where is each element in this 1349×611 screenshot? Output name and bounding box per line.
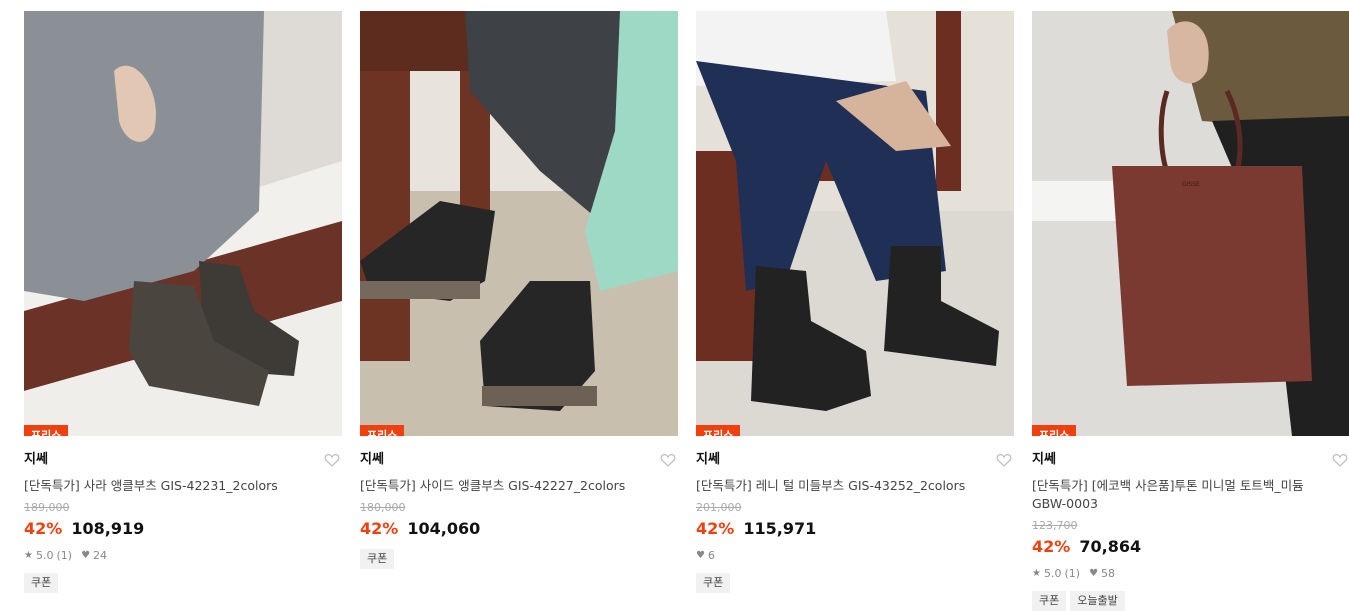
- coupon-tag: 쿠폰: [360, 549, 395, 569]
- price-row: 42% 108,919: [24, 518, 342, 540]
- brand-name[interactable]: 지쎄: [1032, 451, 1349, 469]
- product-name[interactable]: [단독특가] [에코백 사은품]투톤 미니멀 토트백_미듐 GBW-0003: [1032, 477, 1322, 513]
- bag-print-text: GISSE: [1182, 181, 1200, 188]
- original-price: 201,000: [696, 501, 742, 514]
- heart-outline-icon[interactable]: [996, 452, 1012, 468]
- discount-rate: 42%: [24, 519, 63, 538]
- heart-filled-icon: ♥: [81, 550, 91, 561]
- live-show-badge: 프리쇼: [360, 425, 405, 436]
- live-show-badge: 프리쇼: [1032, 425, 1077, 436]
- discount-rate: 42%: [696, 519, 735, 538]
- tag-list: 쿠폰 오늘출발: [1032, 591, 1349, 611]
- product-image[interactable]: 프리쇼: [24, 11, 342, 436]
- sale-price: 104,060: [407, 519, 481, 538]
- boots-photo-3: [696, 11, 1014, 436]
- star-icon: ★: [24, 550, 33, 561]
- brand-name[interactable]: 지쎄: [24, 451, 342, 469]
- tag-list: 쿠폰: [24, 573, 342, 593]
- original-price: 123,700: [1032, 519, 1078, 532]
- product-card[interactable]: 프리쇼 지쎄 [단독특가] 사라 앵클부츠 GIS-42231_2colors …: [24, 11, 342, 593]
- rating-value: 5.0: [35, 549, 54, 562]
- price-row: 42% 104,060: [360, 518, 678, 540]
- product-image[interactable]: GISSE 프리쇼: [1032, 11, 1349, 436]
- review-count: (1): [1064, 567, 1081, 580]
- brand-name[interactable]: 지쎄: [360, 451, 678, 469]
- sale-price: 115,971: [743, 519, 817, 538]
- bag-photo-4: GISSE: [1032, 11, 1349, 436]
- original-price: 189,000: [24, 501, 70, 514]
- heart-filled-icon: ♥: [696, 550, 705, 561]
- tag-list: 쿠폰: [696, 573, 1014, 593]
- product-stats: ★ 5.0 (1) ♥ 58: [1032, 567, 1349, 581]
- rating-value: 5.0: [1043, 567, 1062, 580]
- like-count: 58: [1101, 567, 1116, 580]
- heart-outline-icon[interactable]: [660, 452, 676, 468]
- coupon-tag: 쿠폰: [24, 573, 59, 593]
- product-image[interactable]: 프리쇼: [360, 11, 678, 436]
- live-show-badge: 프리쇼: [24, 425, 69, 436]
- sale-price: 70,864: [1079, 537, 1142, 556]
- price-row: 42% 115,971: [696, 518, 1014, 540]
- discount-rate: 42%: [1032, 537, 1071, 556]
- like-count: 24: [93, 549, 108, 562]
- tag-list: 쿠폰: [360, 549, 678, 569]
- product-stats: ♥ 6: [696, 549, 1014, 563]
- discount-rate: 42%: [360, 519, 399, 538]
- heart-filled-icon: ♥: [1089, 568, 1099, 579]
- product-name[interactable]: [단독특가] 레니 털 미들부츠 GIS-43252_2colors: [696, 477, 996, 495]
- brand-name[interactable]: 지쎄: [696, 451, 1014, 469]
- product-image[interactable]: 프리쇼: [696, 11, 1014, 436]
- product-stats: ★ 5.0 (1) ♥ 24: [24, 549, 342, 563]
- product-card[interactable]: 프리쇼 지쎄 [단독특가] 레니 털 미들부츠 GIS-43252_2color…: [696, 11, 1014, 593]
- sale-price: 108,919: [71, 519, 145, 538]
- live-show-badge: 프리쇼: [696, 425, 741, 436]
- heart-outline-icon[interactable]: [1332, 452, 1348, 468]
- like-count: 6: [707, 549, 715, 562]
- product-card[interactable]: 프리쇼 지쎄 [단독특가] 사이드 앵클부츠 GIS-42227_2colors…: [360, 11, 678, 569]
- coupon-tag: 쿠폰: [1032, 591, 1067, 611]
- coupon-tag: 쿠폰: [696, 573, 731, 593]
- product-card[interactable]: GISSE 프리쇼 지쎄 [단독특가] [에코백 사은품]투톤 미니멀 토트백_…: [1032, 11, 1349, 611]
- boots-photo-2: [360, 11, 678, 436]
- star-icon: ★: [1032, 568, 1041, 579]
- review-count: (1): [56, 549, 73, 562]
- product-name[interactable]: [단독특가] 사라 앵클부츠 GIS-42231_2colors: [24, 477, 324, 495]
- price-row: 42% 70,864: [1032, 536, 1349, 558]
- original-price: 180,000: [360, 501, 406, 514]
- product-name[interactable]: [단독특가] 사이드 앵클부츠 GIS-42227_2colors: [360, 477, 660, 495]
- heart-outline-icon[interactable]: [324, 452, 340, 468]
- boots-photo-1: [24, 11, 342, 436]
- same-day-shipping-tag: 오늘출발: [1070, 591, 1125, 611]
